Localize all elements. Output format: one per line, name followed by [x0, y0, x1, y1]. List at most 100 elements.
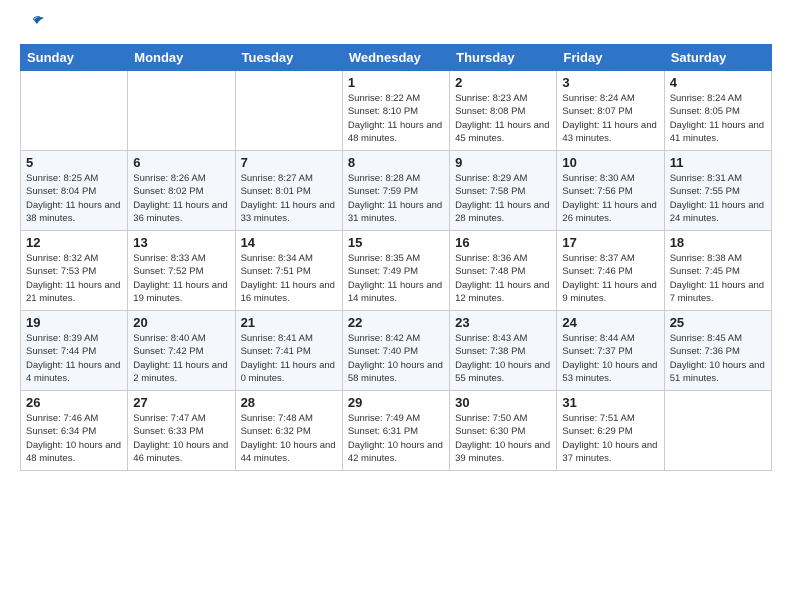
logo-bird-icon: [23, 16, 45, 36]
day-number: 14: [241, 235, 337, 250]
calendar-day-cell: 21Sunrise: 8:41 AM Sunset: 7:41 PM Dayli…: [235, 311, 342, 391]
day-info: Sunrise: 8:40 AM Sunset: 7:42 PM Dayligh…: [133, 332, 229, 385]
day-info: Sunrise: 8:34 AM Sunset: 7:51 PM Dayligh…: [241, 252, 337, 305]
col-monday: Monday: [128, 45, 235, 71]
calendar-day-cell: 11 Sunrise: 8:31 AM Sunset: 7:55 PM Dayli…: [664, 151, 771, 231]
day-number: 17: [562, 235, 658, 250]
day-info: Sunrise: 8:44 AM Sunset: 7:37 PM Dayligh…: [562, 332, 658, 385]
calendar-day-cell: [21, 71, 128, 151]
day-number: 1: [348, 75, 444, 90]
day-number: 12: [26, 235, 122, 250]
calendar-day-cell: 17 Sunrise: 8:37 AM Sunset: 7:46 PM Dayli…: [557, 231, 664, 311]
header: [20, 16, 772, 36]
day-info: Sunrise: 8:25 AM Sunset: 8:04 PM Dayligh…: [26, 172, 122, 225]
day-number: 24: [562, 315, 658, 330]
calendar-day-cell: 27 Sunrise: 7:47 AM Sunset: 6:33 PM Dayli…: [128, 391, 235, 471]
calendar-day-cell: 24 Sunrise: 8:44 AM Sunset: 7:37 PM Dayli…: [557, 311, 664, 391]
day-info: Sunrise: 8:42 AM Sunset: 7:40 PM Dayligh…: [348, 332, 444, 385]
calendar-week-row: 1 Sunrise: 8:22 AM Sunset: 8:10 PM Daylig…: [21, 71, 772, 151]
day-info: Sunrise: 8:36 AM Sunset: 7:48 PM Dayligh…: [455, 252, 551, 305]
day-info: Sunrise: 8:37 AM Sunset: 7:46 PM Dayligh…: [562, 252, 658, 305]
day-info: Sunrise: 8:38 AM Sunset: 7:45 PM Dayligh…: [670, 252, 766, 305]
col-friday: Friday: [557, 45, 664, 71]
calendar-day-cell: [235, 71, 342, 151]
day-number: 23: [455, 315, 551, 330]
day-info: Sunrise: 8:45 AM Sunset: 7:36 PM Dayligh…: [670, 332, 766, 385]
day-info: Sunrise: 7:49 AM Sunset: 6:31 PM Dayligh…: [348, 412, 444, 465]
day-number: 15: [348, 235, 444, 250]
day-info: Sunrise: 8:29 AM Sunset: 7:58 PM Dayligh…: [455, 172, 551, 225]
calendar-day-cell: 31 Sunrise: 7:51 AM Sunset: 6:29 PM Dayli…: [557, 391, 664, 471]
calendar-day-cell: 25 Sunrise: 8:45 AM Sunset: 7:36 PM Dayli…: [664, 311, 771, 391]
col-thursday: Thursday: [450, 45, 557, 71]
calendar-day-cell: 18 Sunrise: 8:38 AM Sunset: 7:45 PM Dayli…: [664, 231, 771, 311]
day-info: Sunrise: 8:24 AM Sunset: 8:05 PM Dayligh…: [670, 92, 766, 145]
day-number: 4: [670, 75, 766, 90]
logo: [20, 16, 45, 36]
day-number: 19: [26, 315, 122, 330]
calendar-week-row: 19Sunrise: 8:39 AM Sunset: 7:44 PM Dayli…: [21, 311, 772, 391]
day-info: Sunrise: 8:33 AM Sunset: 7:52 PM Dayligh…: [133, 252, 229, 305]
calendar-day-cell: [664, 391, 771, 471]
col-sunday: Sunday: [21, 45, 128, 71]
calendar-day-cell: 7 Sunrise: 8:27 AM Sunset: 8:01 PM Daylig…: [235, 151, 342, 231]
calendar-day-cell: 9 Sunrise: 8:29 AM Sunset: 7:58 PM Daylig…: [450, 151, 557, 231]
calendar-day-cell: 8 Sunrise: 8:28 AM Sunset: 7:59 PM Daylig…: [342, 151, 449, 231]
day-info: Sunrise: 8:28 AM Sunset: 7:59 PM Dayligh…: [348, 172, 444, 225]
day-number: 25: [670, 315, 766, 330]
col-saturday: Saturday: [664, 45, 771, 71]
calendar-day-cell: 1 Sunrise: 8:22 AM Sunset: 8:10 PM Daylig…: [342, 71, 449, 151]
day-number: 7: [241, 155, 337, 170]
calendar-day-cell: 5 Sunrise: 8:25 AM Sunset: 8:04 PM Daylig…: [21, 151, 128, 231]
calendar-table: Sunday Monday Tuesday Wednesday Thursday…: [20, 44, 772, 471]
calendar-day-cell: 4 Sunrise: 8:24 AM Sunset: 8:05 PM Daylig…: [664, 71, 771, 151]
day-info: Sunrise: 8:31 AM Sunset: 7:55 PM Dayligh…: [670, 172, 766, 225]
calendar-day-cell: 19Sunrise: 8:39 AM Sunset: 7:44 PM Dayli…: [21, 311, 128, 391]
calendar-day-cell: 30Sunrise: 7:50 AM Sunset: 6:30 PM Dayli…: [450, 391, 557, 471]
day-number: 10: [562, 155, 658, 170]
calendar-day-cell: 20Sunrise: 8:40 AM Sunset: 7:42 PM Dayli…: [128, 311, 235, 391]
day-info: Sunrise: 8:43 AM Sunset: 7:38 PM Dayligh…: [455, 332, 551, 385]
day-info: Sunrise: 7:48 AM Sunset: 6:32 PM Dayligh…: [241, 412, 337, 465]
calendar-day-cell: 22 Sunrise: 8:42 AM Sunset: 7:40 PM Dayli…: [342, 311, 449, 391]
day-info: Sunrise: 8:23 AM Sunset: 8:08 PM Dayligh…: [455, 92, 551, 145]
day-info: Sunrise: 7:51 AM Sunset: 6:29 PM Dayligh…: [562, 412, 658, 465]
calendar-day-cell: 15 Sunrise: 8:35 AM Sunset: 7:49 PM Dayli…: [342, 231, 449, 311]
calendar-day-cell: 10 Sunrise: 8:30 AM Sunset: 7:56 PM Dayli…: [557, 151, 664, 231]
calendar-day-cell: 28 Sunrise: 7:48 AM Sunset: 6:32 PM Dayli…: [235, 391, 342, 471]
day-number: 31: [562, 395, 658, 410]
day-number: 29: [348, 395, 444, 410]
calendar-day-cell: 2Sunrise: 8:23 AM Sunset: 8:08 PM Daylig…: [450, 71, 557, 151]
day-number: 22: [348, 315, 444, 330]
day-info: Sunrise: 7:47 AM Sunset: 6:33 PM Dayligh…: [133, 412, 229, 465]
day-number: 13: [133, 235, 229, 250]
day-number: 9: [455, 155, 551, 170]
day-info: Sunrise: 8:30 AM Sunset: 7:56 PM Dayligh…: [562, 172, 658, 225]
day-number: 28: [241, 395, 337, 410]
calendar-week-row: 12Sunrise: 8:32 AM Sunset: 7:53 PM Dayli…: [21, 231, 772, 311]
day-number: 5: [26, 155, 122, 170]
day-number: 30: [455, 395, 551, 410]
day-info: Sunrise: 8:22 AM Sunset: 8:10 PM Dayligh…: [348, 92, 444, 145]
day-info: Sunrise: 7:46 AM Sunset: 6:34 PM Dayligh…: [26, 412, 122, 465]
day-number: 8: [348, 155, 444, 170]
calendar-day-cell: [128, 71, 235, 151]
day-info: Sunrise: 8:27 AM Sunset: 8:01 PM Dayligh…: [241, 172, 337, 225]
day-info: Sunrise: 8:26 AM Sunset: 8:02 PM Dayligh…: [133, 172, 229, 225]
calendar-body: 1 Sunrise: 8:22 AM Sunset: 8:10 PM Daylig…: [21, 71, 772, 471]
day-number: 27: [133, 395, 229, 410]
calendar-day-cell: 16Sunrise: 8:36 AM Sunset: 7:48 PM Dayli…: [450, 231, 557, 311]
calendar-header: Sunday Monday Tuesday Wednesday Thursday…: [21, 45, 772, 71]
calendar-week-row: 26 Sunrise: 7:46 AM Sunset: 6:34 PM Dayli…: [21, 391, 772, 471]
col-wednesday: Wednesday: [342, 45, 449, 71]
header-row: Sunday Monday Tuesday Wednesday Thursday…: [21, 45, 772, 71]
calendar-day-cell: 12Sunrise: 8:32 AM Sunset: 7:53 PM Dayli…: [21, 231, 128, 311]
day-info: Sunrise: 8:24 AM Sunset: 8:07 PM Dayligh…: [562, 92, 658, 145]
day-info: Sunrise: 8:35 AM Sunset: 7:49 PM Dayligh…: [348, 252, 444, 305]
day-number: 11: [670, 155, 766, 170]
day-info: Sunrise: 8:41 AM Sunset: 7:41 PM Dayligh…: [241, 332, 337, 385]
calendar-day-cell: 29 Sunrise: 7:49 AM Sunset: 6:31 PM Dayli…: [342, 391, 449, 471]
logo-line: [20, 16, 45, 36]
day-number: 26: [26, 395, 122, 410]
day-number: 18: [670, 235, 766, 250]
